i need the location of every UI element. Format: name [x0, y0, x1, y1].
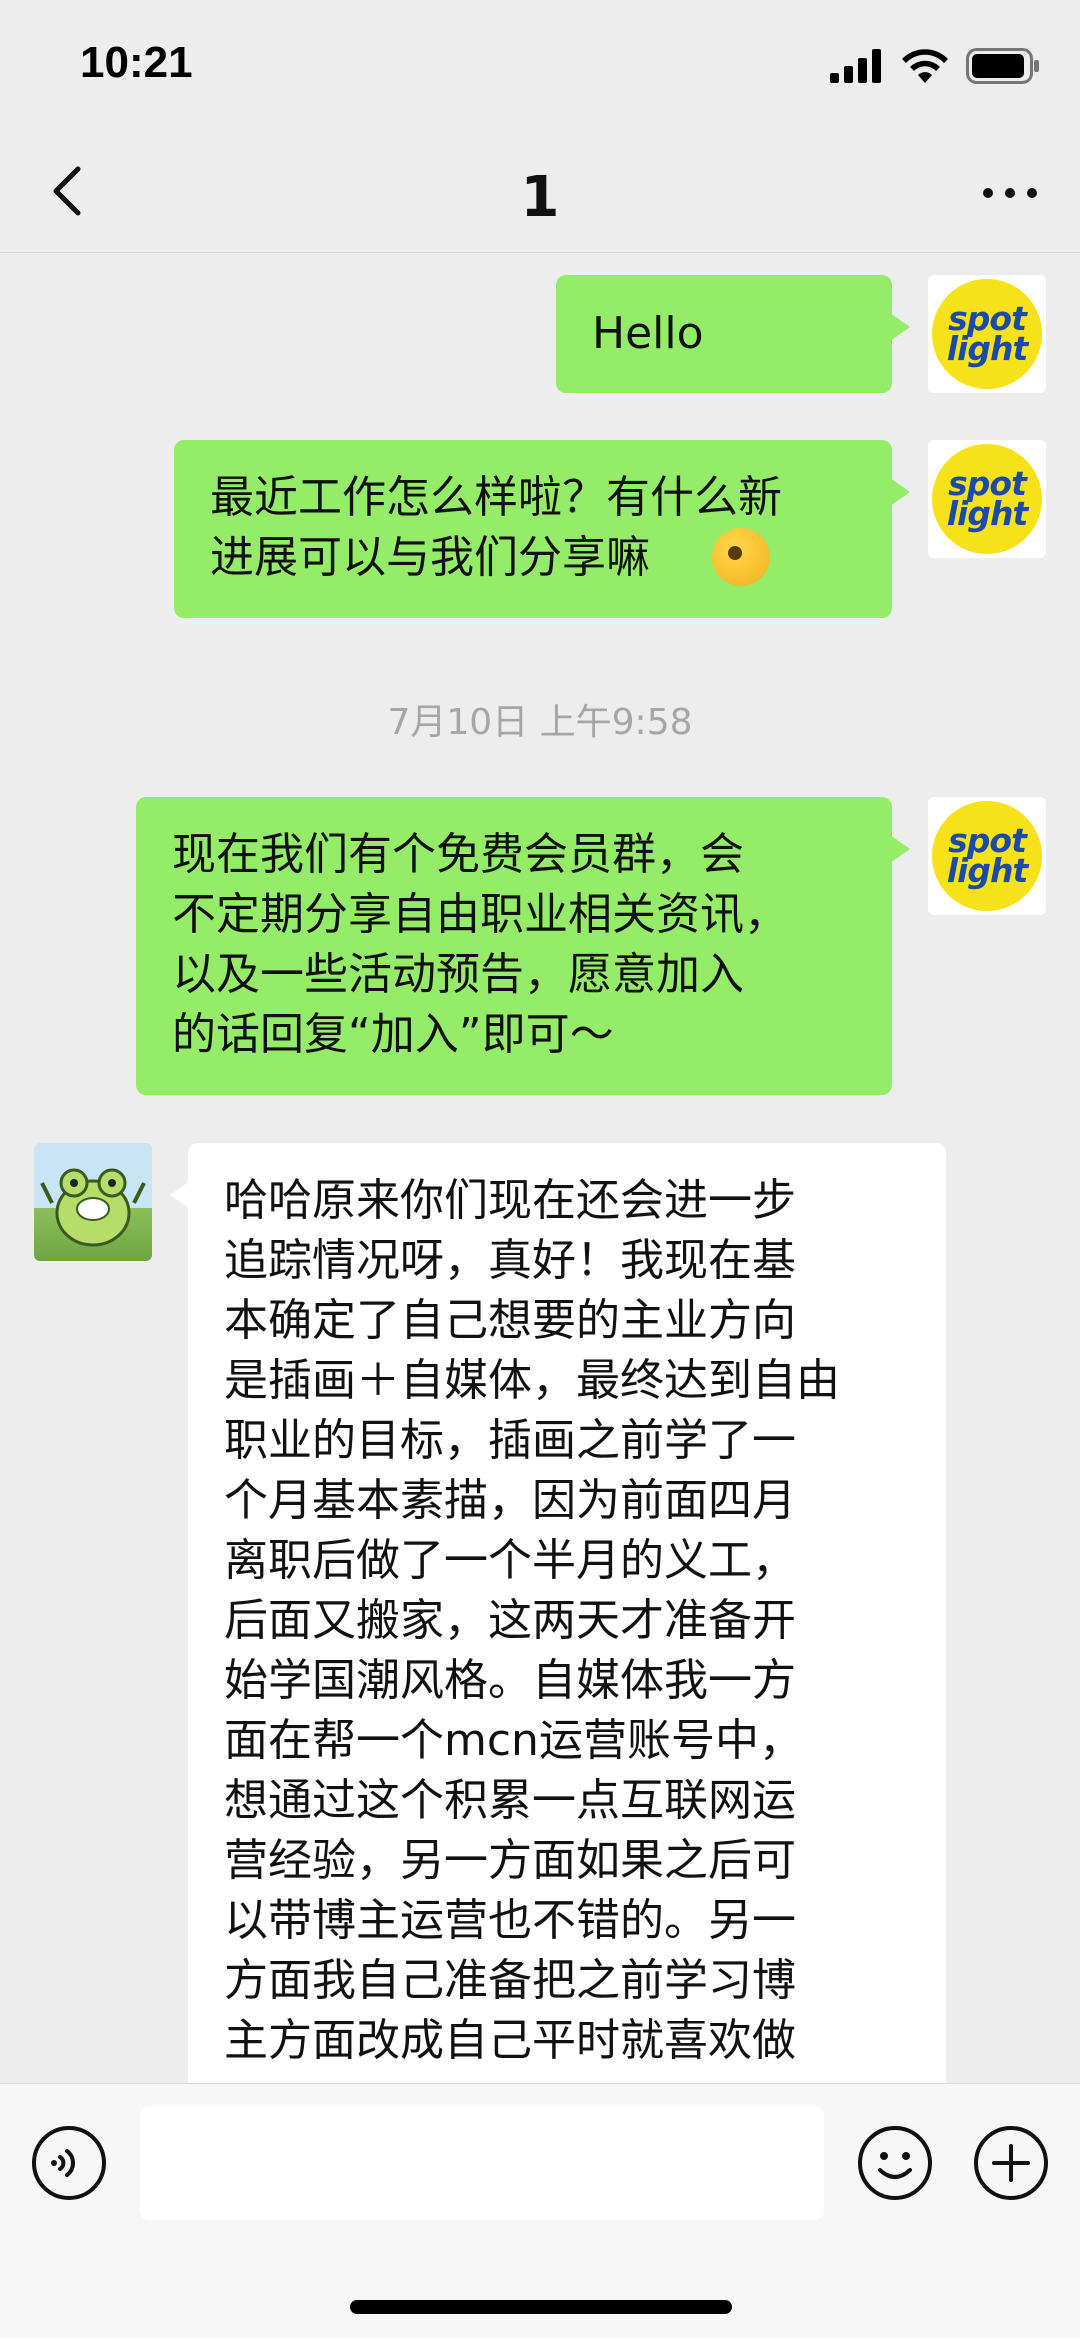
spotlight-logo-icon: spot light [932, 444, 1042, 554]
status-bar: 10:21 [0, 0, 1080, 135]
message-bubble[interactable]: 最近工作怎么样啦？有什么新 进展可以与我们分享嘛 [174, 440, 910, 618]
message-bubble[interactable]: Hello [556, 275, 910, 393]
signal-icon [830, 49, 881, 83]
more-functions-icon[interactable] [972, 2124, 1050, 2202]
home-indicator[interactable] [350, 2300, 732, 2314]
avatar[interactable]: spot light [928, 440, 1046, 558]
chat-header: 1 [0, 135, 1080, 253]
battery-icon [966, 48, 1039, 84]
wifi-icon [902, 49, 948, 83]
spotlight-logo-icon: spot light [932, 801, 1042, 911]
avatar[interactable]: spot light [928, 275, 1046, 393]
more-options-icon[interactable] [980, 183, 1040, 203]
message-timestamp: 7月10日 上午9:58 [387, 702, 693, 743]
voice-input-icon[interactable] [30, 2124, 108, 2202]
status-time: 10:21 [80, 38, 193, 87]
message-text: Hello [592, 308, 704, 359]
frog-avatar-icon [40, 1168, 146, 1247]
avatar[interactable] [34, 1143, 152, 1261]
spotlight-logo-icon: spot light [932, 279, 1042, 389]
chat-title: 1 [520, 165, 560, 230]
message-bubble[interactable]: 哈哈原来你们现在还会进一步 追踪情况呀，真好！我现在基 本确定了自己想要的主业方… [170, 1143, 946, 2083]
message-text: 哈哈原来你们现在还会进一步 追踪情况呀，真好！我现在基 本确定了自己想要的主业方… [224, 1175, 840, 2066]
status-icons [830, 48, 1040, 84]
message-bubble[interactable]: 现在我们有个免费会员群，会 不定期分享自由职业相关资讯， 以及一些活动预告，愿意… [136, 797, 910, 1095]
message-text: 现在我们有个免费会员群，会 不定期分享自由职业相关资讯， 以及一些活动预告，愿意… [172, 829, 788, 1060]
message-list[interactable]: spot light Hello spot light 最近工作怎么样啦？有什么… [0, 253, 1080, 2083]
avatar[interactable]: spot light [928, 797, 1046, 915]
message-input[interactable] [140, 2106, 824, 2220]
emoji-picker-icon[interactable] [856, 2124, 934, 2202]
emoji-icon [712, 528, 770, 586]
